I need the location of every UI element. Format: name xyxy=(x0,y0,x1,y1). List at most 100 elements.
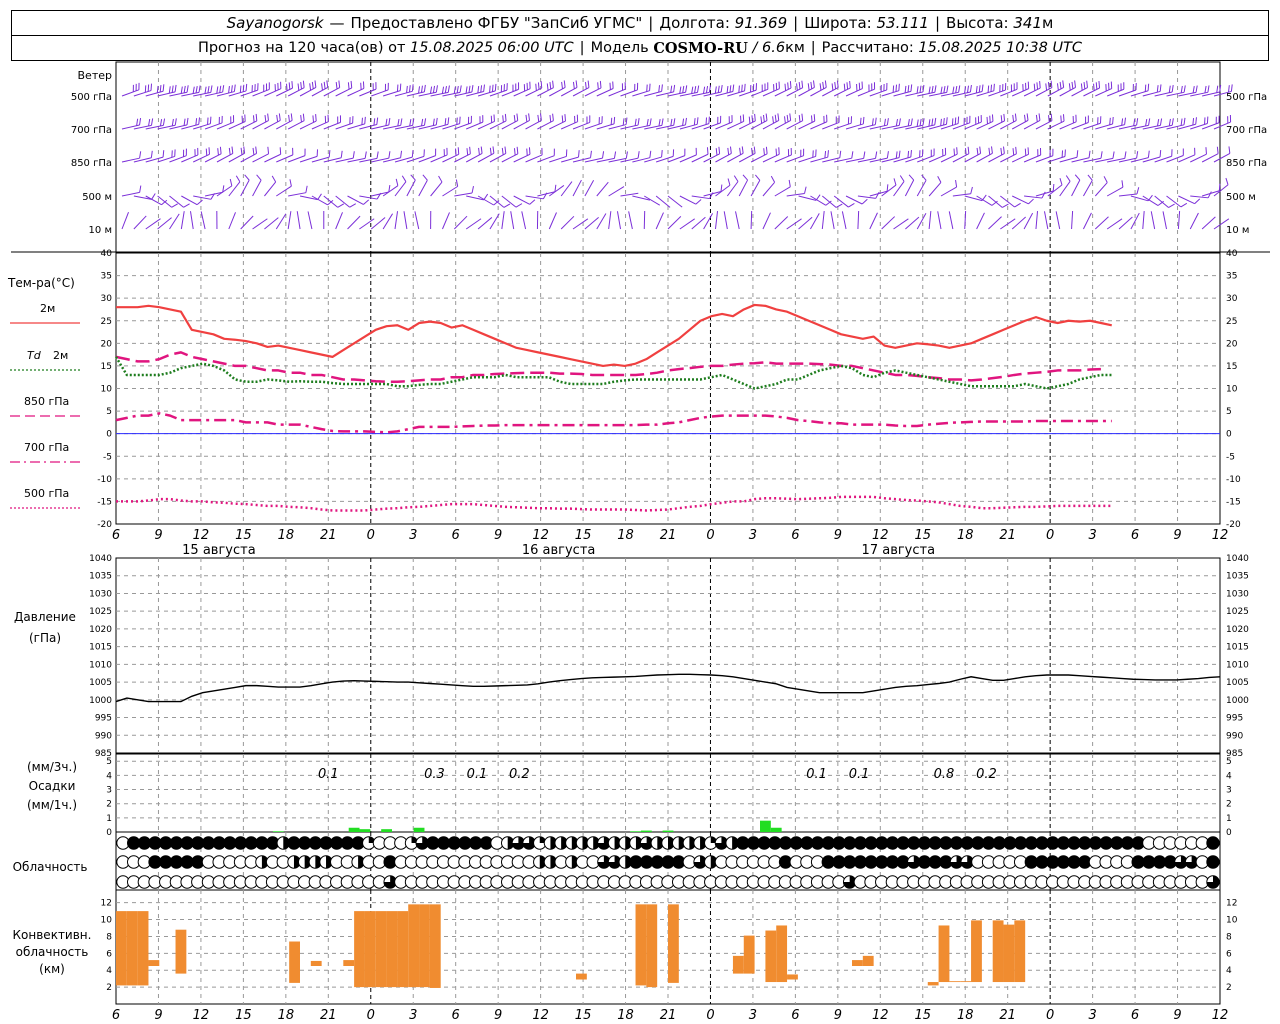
wind-barb-flag xyxy=(733,175,739,182)
wind-barb-flag xyxy=(726,85,729,94)
conv-axis-time-label: 18 xyxy=(278,1008,295,1023)
wind-barb-flag xyxy=(477,86,480,94)
precip-ytick-left: 2 xyxy=(106,800,112,810)
wind-barb-staff xyxy=(833,195,849,208)
wind-barb-flag xyxy=(637,118,640,126)
wind-barb-staff xyxy=(276,185,292,197)
wind-barb-flag xyxy=(438,175,443,183)
wind-barb-staff xyxy=(382,213,394,230)
precip-ytick-right: 1 xyxy=(1226,814,1232,824)
conv-ytick-right: 8 xyxy=(1226,932,1232,942)
wind-barb-flag xyxy=(1156,119,1160,127)
wind-barb-staff xyxy=(928,182,942,197)
conv-ytick-left: 6 xyxy=(106,949,112,959)
precip-bar xyxy=(662,830,674,832)
wind-barb-flag xyxy=(459,85,462,93)
wind-barb-flag xyxy=(874,117,877,125)
wind-barb-flag xyxy=(1192,118,1195,126)
wind-barb-staff xyxy=(275,213,287,230)
wind-barb-flag xyxy=(300,115,302,123)
wind-barb-flag xyxy=(934,117,937,125)
wind-barb-staff xyxy=(881,216,896,230)
wind-barb-flag xyxy=(349,203,357,208)
wind-barb-flag xyxy=(810,81,813,89)
wind-barb-staff xyxy=(1035,211,1039,230)
wind-barb-flag xyxy=(1207,191,1212,199)
wind-barb-flag xyxy=(504,113,507,121)
wind-level-label-left: 10 м xyxy=(89,225,112,236)
wind-barb-flag xyxy=(409,119,412,127)
wind-barb-staff xyxy=(1011,216,1026,230)
conv-axis-time-label: 15 xyxy=(914,1008,931,1023)
precip-ytick-left: 0 xyxy=(106,828,112,838)
wind-barb-flag xyxy=(494,83,497,91)
pressure-ytick-left: 1020 xyxy=(89,625,112,635)
wind-barb-flag xyxy=(991,146,993,154)
wind-barb-flag xyxy=(1014,202,1021,208)
precip-total-label: 0.1 xyxy=(318,767,339,782)
wind-barb-flag xyxy=(1026,113,1029,121)
wind-barb-flag xyxy=(162,84,165,92)
temp-ytick-left: 30 xyxy=(101,294,113,304)
wind-barb-staff xyxy=(394,211,399,230)
precip-ytick-left: 3 xyxy=(106,786,112,796)
wind-barb-staff xyxy=(715,184,731,197)
wind-barb-flag xyxy=(513,114,516,123)
wind-barb-flag xyxy=(150,150,153,158)
wind-barb-staff xyxy=(1094,216,1109,230)
wind-barb-staff xyxy=(735,211,740,230)
wind-barb-flag xyxy=(1230,84,1233,92)
wind-barb-flag xyxy=(1124,117,1127,125)
wind-barb-flag xyxy=(204,86,207,94)
wind-barb-flag xyxy=(180,86,183,94)
wind-barb-flag xyxy=(1145,118,1148,127)
conv-axis-time-label: 6 xyxy=(112,1008,120,1023)
wind-barb-flag xyxy=(468,85,471,93)
wind-panel-title: Ветер xyxy=(78,69,112,82)
temp-axis-time-label: 3 xyxy=(409,528,417,543)
wind-barb-flag xyxy=(1171,84,1174,93)
wind-barb-staff xyxy=(691,195,710,200)
wind-barb-flag xyxy=(563,80,566,88)
wind-barb-flag xyxy=(720,184,723,192)
convective-bar xyxy=(732,955,744,974)
temp-ytick-right: 15 xyxy=(1226,362,1237,372)
wind-barb-staff xyxy=(228,212,236,230)
pressure-ytick-right: 1005 xyxy=(1226,678,1249,688)
wind-barb-staff xyxy=(240,215,254,230)
wind-barb-flag xyxy=(1171,118,1174,126)
wind-barb-flag xyxy=(613,116,616,124)
wind-barb-flag xyxy=(670,118,673,126)
wind-barb-staff xyxy=(988,195,1003,208)
wind-barb-flag xyxy=(886,184,889,192)
temp-ytick-left: 20 xyxy=(101,339,113,349)
wind-barb-flag xyxy=(363,199,370,205)
wind-barb-staff xyxy=(596,181,609,197)
temp-ytick-left: -5 xyxy=(103,452,112,462)
wind-barb-flag xyxy=(622,118,625,126)
conv-axis-time-label: 6 xyxy=(1131,1008,1139,1023)
wind-barb-flag xyxy=(385,118,388,126)
wind-barb-staff xyxy=(228,181,241,197)
wind-barb-flag xyxy=(186,85,189,93)
conv-axis-time-label: 0 xyxy=(1046,1008,1054,1023)
wind-barb-flag xyxy=(760,116,763,124)
wind-barb-flag xyxy=(297,83,300,91)
temp-axis-time-label: 18 xyxy=(957,528,974,543)
wind-barb-flag xyxy=(946,85,949,93)
wind-barb-flag xyxy=(350,80,353,88)
wind-barb-flag xyxy=(210,85,213,93)
wind-barb-flag xyxy=(910,84,913,92)
wind-barb-staff xyxy=(403,211,408,230)
wind-barb-staff xyxy=(430,181,443,197)
wind-barb-flag xyxy=(1225,177,1229,185)
temp-ytick-left: 40 xyxy=(101,249,113,259)
wind-barb-flag xyxy=(352,151,355,159)
wind-barb-flag xyxy=(693,118,696,126)
wind-barb-flag xyxy=(937,175,942,183)
wind-barb-flag xyxy=(455,148,457,156)
temp-axis-time-label: 12 xyxy=(532,528,549,543)
wind-barb-staff xyxy=(572,179,582,197)
wind-barb-flag xyxy=(549,115,552,123)
wind-barb-flag xyxy=(395,178,399,186)
